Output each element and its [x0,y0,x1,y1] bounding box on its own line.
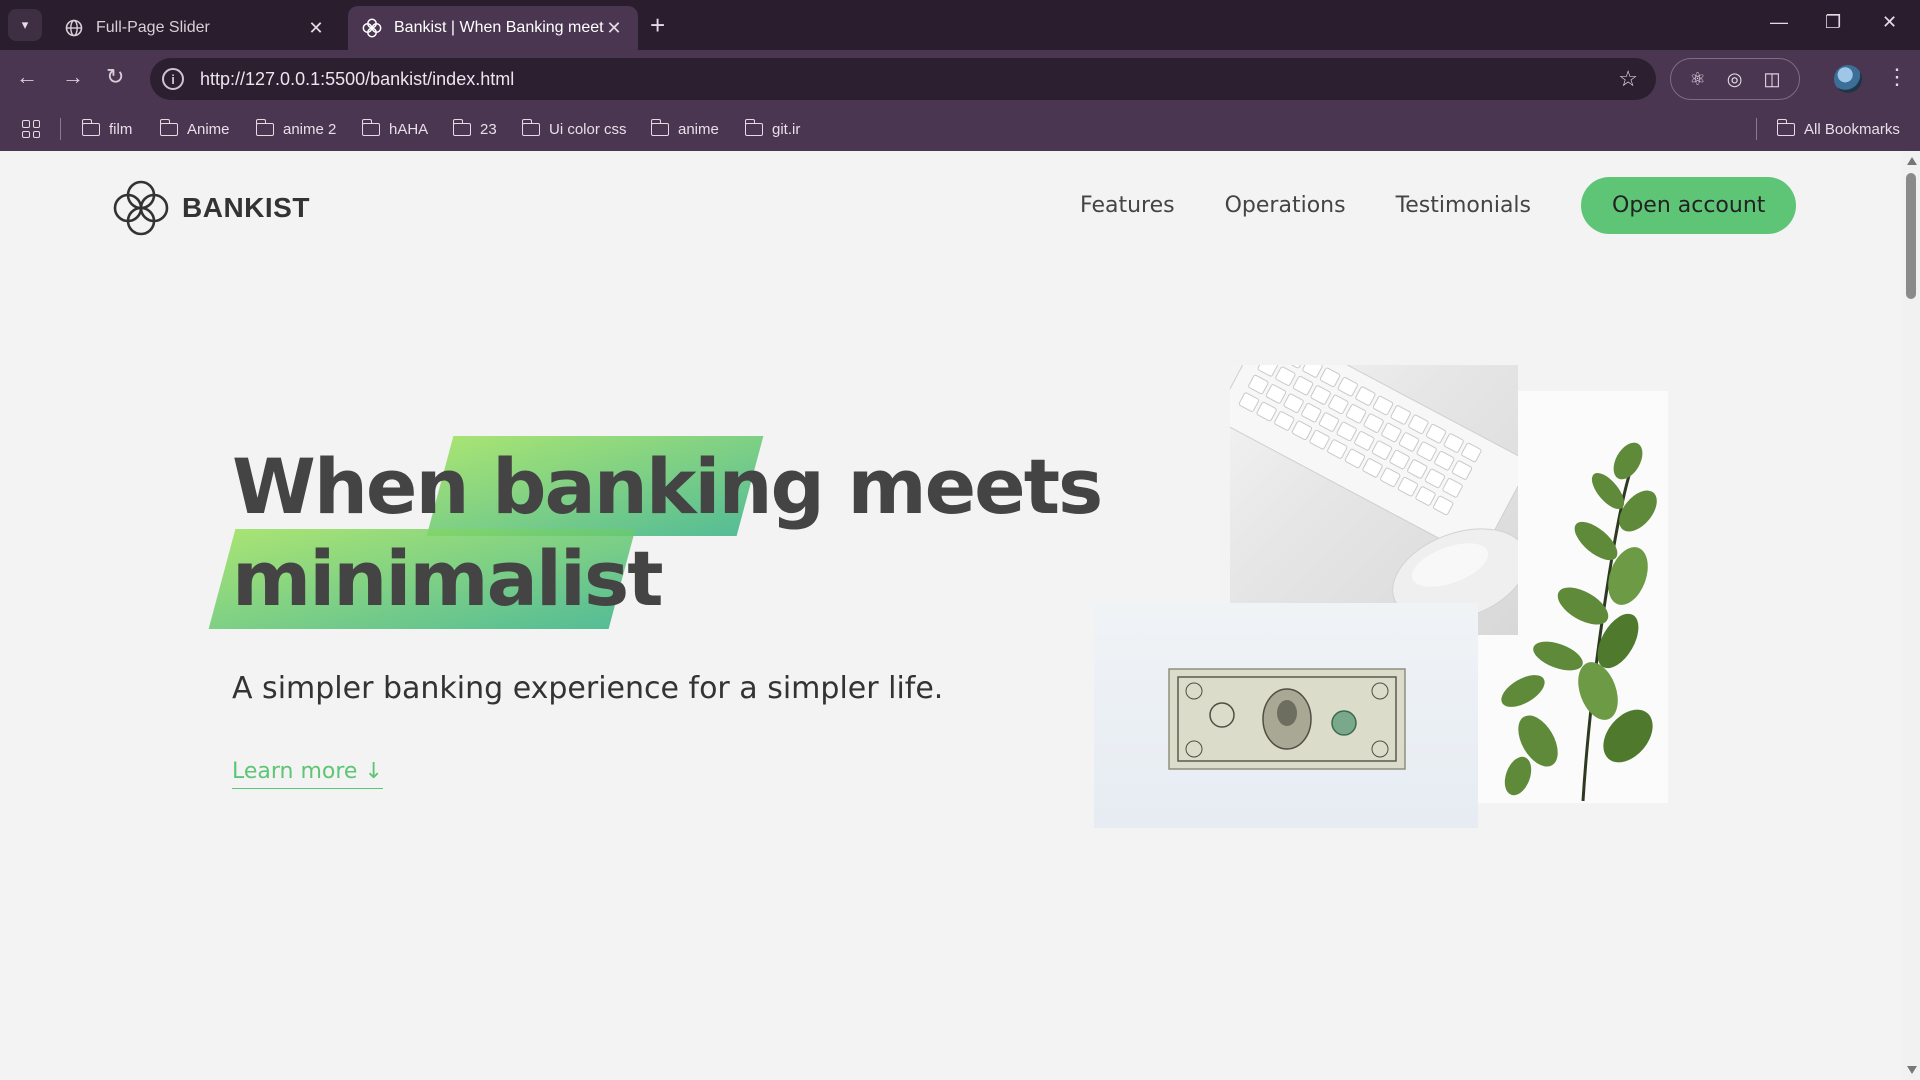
tab-full-page-slider[interactable]: Full-Page Slider ✕ [50,6,340,50]
bankist-logo-icon [362,18,382,38]
profile-avatar[interactable] [1834,65,1862,93]
nav-link-operations[interactable]: Operations [1225,193,1346,218]
hero-title-line-1: When banking meets [232,441,1103,533]
bookmarks-bar: film Anime anime 2 hAHA 23 Ui color css … [0,108,1920,151]
bookmark-star-icon[interactable]: ☆ [1618,66,1638,92]
reload-icon[interactable]: ↻ [106,66,124,88]
hero-title-line-2: minimalist [232,533,1101,625]
tab-title: Bankist | When Banking meets Minimalist [394,19,604,36]
close-tab-icon[interactable]: ✕ [604,18,624,39]
target-extension-icon[interactable]: ◎ [1727,69,1743,90]
folder-icon [521,119,540,136]
keyboard-mouse-illustration [1230,365,1518,622]
folder-icon [744,119,763,136]
restore-icon[interactable]: ❐ [1825,12,1841,33]
hero-title: When banking meets minimalist [232,441,1103,625]
tab-bankist[interactable]: Bankist | When Banking meets Minimalist … [348,6,638,50]
dollar-bill-illustration [1168,668,1406,770]
folder-icon [361,119,380,136]
close-window-icon[interactable]: ✕ [1882,12,1897,33]
learn-more-link[interactable]: Learn more ↓ [232,759,383,789]
folder-icon [159,119,178,136]
close-tab-icon[interactable]: ✕ [306,18,326,39]
page-scrollbar[interactable] [1902,151,1920,1080]
open-account-button[interactable]: Open account [1581,177,1797,234]
main-nav: Features Operations Testimonials Open ac… [1080,177,1797,234]
all-bookmarks-folder[interactable]: All Bookmarks [1776,108,1900,151]
divider [60,118,61,140]
folder-icon [1776,119,1795,136]
folder-icon [255,119,274,136]
hero-image-keyboard [1230,365,1518,635]
more-menu-icon[interactable]: ⋮ [1886,64,1908,90]
bankist-logo-icon [113,180,169,236]
hero-word-when: When [232,442,470,531]
back-arrow-icon[interactable]: ← [16,66,38,88]
nav-link-testimonials[interactable]: Testimonials [1396,193,1531,218]
bookmark-folder-23[interactable]: 23 [452,108,497,151]
hero-image-dollar [1094,603,1478,828]
extensions-group: ⚛ ◎ ◫ [1670,58,1800,100]
nav-link-features[interactable]: Features [1080,193,1175,218]
folder-icon [650,119,669,136]
folder-icon [452,119,471,136]
bookmark-folder-anime-2nd[interactable]: anime [650,108,719,151]
bookmark-folder-anime-2[interactable]: anime 2 [255,108,336,151]
hero-word-banking: banking [492,442,825,531]
divider [1756,118,1757,140]
page-viewport: BANKIST Features Operations Testimonials… [0,151,1902,1080]
scroll-down-arrow-icon[interactable] [1907,1066,1917,1074]
forward-arrow-icon[interactable]: → [62,66,84,88]
logo-text: BANKIST [182,192,310,223]
address-bar[interactable]: i http://127.0.0.1:5500/bankist/index.ht… [150,58,1656,100]
hero-subtitle: A simpler banking experience for a simpl… [232,671,944,706]
tab-search-button[interactable]: ▾ [8,9,42,41]
site-logo[interactable]: BANKIST [112,179,310,237]
chevron-down-icon: ▾ [21,17,29,32]
folder-icon [81,119,100,136]
bookmark-folder-git-ir[interactable]: git.ir [744,108,800,151]
hero-word-minimalist: minimalist [232,534,664,623]
browser-toolbar: ← → ↻ i http://127.0.0.1:5500/bankist/in… [0,50,1920,108]
scrollbar-thumb[interactable] [1906,173,1916,299]
apps-grid-icon[interactable] [22,120,40,138]
bookmark-folder-haha[interactable]: hAHA [361,108,428,151]
bookmark-folder-anime[interactable]: Anime [159,108,230,151]
minimize-icon[interactable]: — [1770,12,1788,33]
hero-word-meets: meets [847,442,1103,531]
tab-strip: ▾ Full-Page Slider ✕ Bankist | When Bank… [0,0,1920,50]
globe-icon [64,18,84,38]
bookmark-folder-film[interactable]: film [81,108,132,151]
bookmark-folder-ui-color-css[interactable]: Ui color css [521,108,627,151]
site-info-icon[interactable]: i [162,68,184,90]
url-text[interactable]: http://127.0.0.1:5500/bankist/index.html [200,69,514,90]
puzzle-extensions-icon[interactable]: ◫ [1763,69,1780,90]
tab-title: Full-Page Slider [96,19,210,36]
new-tab-plus-icon[interactable]: + [650,12,665,38]
react-devtools-icon[interactable]: ⚛ [1690,69,1706,90]
scroll-up-arrow-icon[interactable] [1907,157,1917,165]
